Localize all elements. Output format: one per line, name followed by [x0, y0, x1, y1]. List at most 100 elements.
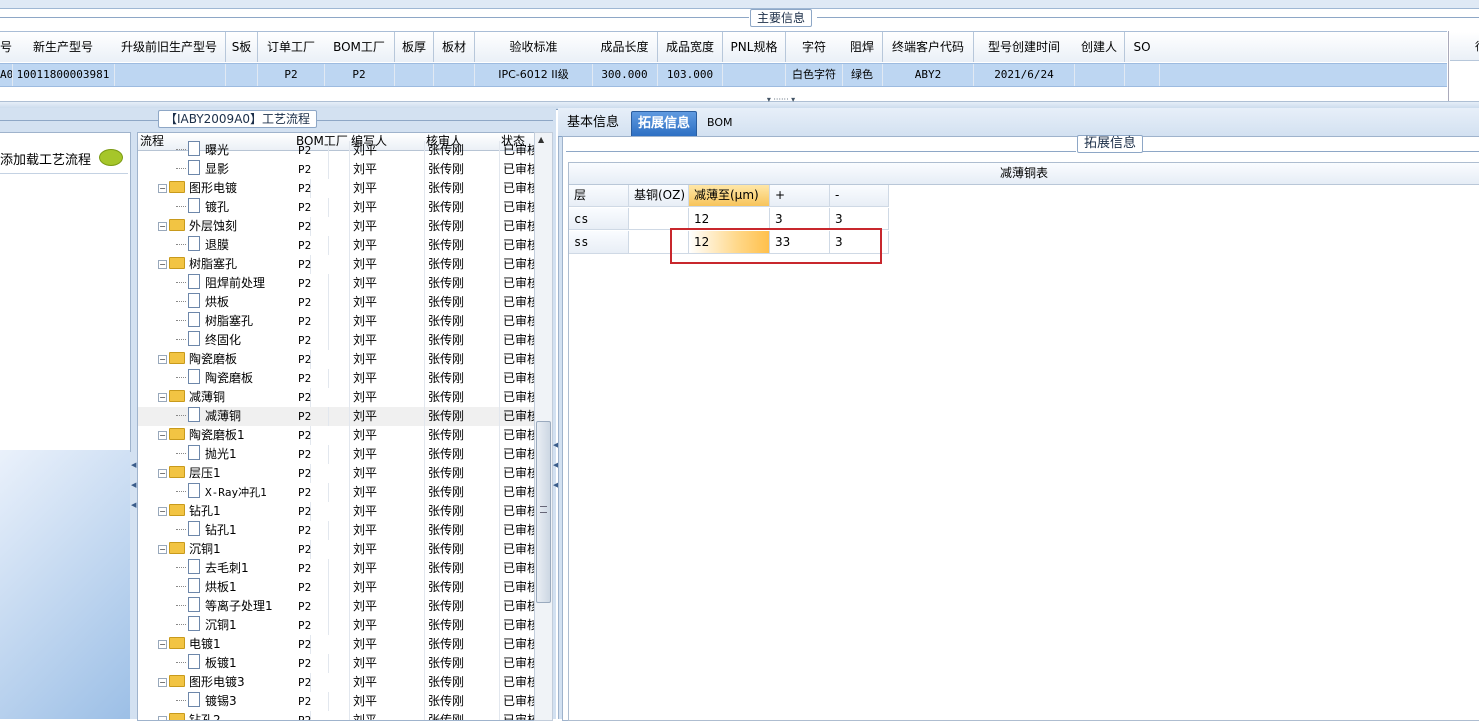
tree-row[interactable]: 镀孔 P2 刘平 张传刚 已审核 — [138, 198, 535, 217]
tree-row[interactable]: 终固化 P2 刘平 张传刚 已审核 — [138, 331, 535, 350]
tree-row[interactable]: 等离子处理1 P2 刘平 张传刚 已审核 — [138, 597, 535, 616]
ext-cell[interactable] — [629, 208, 689, 230]
main-row-cell[interactable]: 300.000 — [592, 64, 658, 86]
tree-row[interactable]: 减薄铜 P2 刘平 张传刚 已审核 — [138, 407, 535, 426]
main-row-cell[interactable]: P2 — [258, 64, 325, 86]
main-row-cell[interactable] — [226, 64, 258, 86]
tree-row-name-cell[interactable]: − 电镀1 — [138, 635, 311, 654]
tree-row[interactable]: − 沉铜1 P2 刘平 张传刚 已审核 — [138, 540, 535, 559]
ext-cell[interactable]: 3 — [770, 208, 830, 230]
tree-row[interactable]: 退膜 P2 刘平 张传刚 已审核 — [138, 236, 535, 255]
main-row-cell[interactable]: IPC-6012 II级 — [475, 64, 593, 86]
main-row-cell[interactable]: ABY2 — [883, 64, 974, 86]
expand-toggle-icon[interactable]: − — [158, 431, 167, 440]
ext-col-header[interactable]: 减薄至(μm) — [689, 185, 770, 207]
tree-row[interactable]: − 钻孔2 P2 刘平 张传刚 已审核 — [138, 711, 535, 720]
tree-row[interactable]: 显影 P2 刘平 张传刚 已审核 — [138, 160, 535, 179]
tab-basic-info[interactable]: 基本信息 — [561, 111, 625, 135]
main-col-header[interactable]: 型号创建时间 — [974, 32, 1075, 62]
main-col-header[interactable]: 终端客户代码 — [883, 32, 974, 62]
scroll-up-icon[interactable]: ▲ — [538, 135, 544, 144]
main-col-header[interactable]: SO — [1125, 32, 1160, 62]
tree-row[interactable]: − 钻孔1 P2 刘平 张传刚 已审核 — [138, 502, 535, 521]
main-col-header[interactable]: 板材 — [434, 32, 475, 62]
tree-row[interactable]: 曝光 P2 刘平 张传刚 已审核 — [138, 141, 535, 160]
tree-row[interactable]: − 层压1 P2 刘平 张传刚 已审核 — [138, 464, 535, 483]
ext-col-header[interactable]: 层 — [569, 185, 629, 207]
splitter-grip-icon[interactable]: ▾ ······ ▾ — [751, 96, 811, 104]
main-col-header[interactable]: S板 — [226, 32, 258, 62]
expand-toggle-icon[interactable]: − — [158, 184, 167, 193]
tree-row[interactable]: 阻焊前处理 P2 刘平 张传刚 已审核 — [138, 274, 535, 293]
main-col-header[interactable]: 阻焊 — [842, 32, 883, 62]
main-col-header[interactable]: 成品宽度 — [658, 32, 723, 62]
ext-cell[interactable]: ss — [569, 231, 629, 254]
expand-toggle-icon[interactable]: − — [158, 355, 167, 364]
main-info-row[interactable]: A0 10011800003981 P2 P2 IPC-6012 II级 300.000 1… — [0, 63, 1447, 87]
main-row-cell[interactable] — [1125, 64, 1160, 86]
tree-row[interactable]: X-Ray冲孔1 P2 刘平 张传刚 已审核 — [138, 483, 535, 502]
main-row-cell[interactable]: P2 — [324, 64, 395, 86]
tree-row[interactable]: − 电镀1 P2 刘平 张传刚 已审核 — [138, 635, 535, 654]
tree-row[interactable]: 沉铜1 P2 刘平 张传刚 已审核 — [138, 616, 535, 635]
tree-row[interactable]: 镀锡3 P2 刘平 张传刚 已审核 — [138, 692, 535, 711]
main-row-cell[interactable] — [113, 64, 226, 86]
tree-row-name-cell[interactable]: − 陶瓷磨板 — [138, 350, 311, 369]
tree-row-name-cell[interactable]: − 图形电镀 — [138, 179, 311, 198]
tree-row-name-cell[interactable]: − 外层蚀刻 — [138, 217, 311, 236]
main-col-header[interactable]: 创建人 — [1074, 32, 1125, 62]
tab-extended-info[interactable]: 拓展信息 — [631, 111, 698, 136]
tree-row-name-cell[interactable]: − 沉铜1 — [138, 540, 311, 559]
main-col-header[interactable]: 验收标准 — [475, 32, 593, 62]
tree-row[interactable]: − 树脂塞孔 P2 刘平 张传刚 已审核 — [138, 255, 535, 274]
tree-row[interactable]: 抛光1 P2 刘平 张传刚 已审核 — [138, 445, 535, 464]
expand-toggle-icon[interactable]: − — [158, 640, 167, 649]
expand-toggle-icon[interactable]: − — [158, 678, 167, 687]
tree-row[interactable]: − 减薄铜 P2 刘平 张传刚 已审核 — [138, 388, 535, 407]
tree-row-name-cell[interactable]: − 陶瓷磨板1 — [138, 426, 311, 445]
expand-toggle-icon[interactable]: − — [158, 545, 167, 554]
tree-row-name-cell[interactable]: − 钻孔2 — [138, 711, 311, 720]
main-col-header[interactable]: 板厚 — [395, 32, 434, 62]
tree-row[interactable]: − 图形电镀 P2 刘平 张传刚 已审核 — [138, 179, 535, 198]
expand-toggle-icon[interactable]: − — [158, 393, 167, 402]
tree-row-name-cell[interactable]: − 树脂塞孔 — [138, 255, 311, 274]
tree-row-name-cell[interactable]: − 图形电镀3 — [138, 673, 311, 692]
tree-row[interactable]: 钻孔1 P2 刘平 张传刚 已审核 — [138, 521, 535, 540]
main-row-cell[interactable]: 白色字符 — [786, 64, 843, 86]
ext-cell[interactable]: cs — [569, 208, 629, 230]
tree-row[interactable]: − 图形电镀3 P2 刘平 张传刚 已审核 — [138, 673, 535, 692]
main-col-header[interactable]: 成品长度 — [592, 32, 658, 62]
expand-toggle-icon[interactable]: − — [158, 469, 167, 478]
tree-row[interactable]: − 陶瓷磨板1 P2 刘平 张传刚 已审核 — [138, 426, 535, 445]
ext-col-header[interactable]: 基铜(OZ) — [629, 185, 689, 207]
collapse-arrow-icon[interactable]: ◀ ◀ ◀ — [131, 460, 136, 530]
main-row-cell[interactable] — [723, 64, 786, 86]
ext-cell[interactable]: 12 — [689, 208, 770, 230]
tree-row[interactable]: − 陶瓷磨板 P2 刘平 张传刚 已审核 — [138, 350, 535, 369]
main-row-cell[interactable] — [1074, 64, 1125, 86]
tree-row[interactable]: 树脂塞孔 P2 刘平 张传刚 已审核 — [138, 312, 535, 331]
main-row-cell[interactable]: 10011800003981 — [12, 64, 115, 86]
main-col-header[interactable]: 升级前旧生产型号 — [113, 32, 226, 62]
ext-col-header[interactable]: + — [770, 185, 830, 207]
main-col-header[interactable]: BOM工厂 — [324, 32, 395, 62]
main-row-cell[interactable] — [395, 64, 434, 86]
tree-scrollbar[interactable]: ▲ — [534, 132, 553, 721]
main-row-cell[interactable] — [434, 64, 475, 86]
main-col-header[interactable]: 订单工厂 — [258, 32, 325, 62]
tree-row[interactable]: 烘板 P2 刘平 张传刚 已审核 — [138, 293, 535, 312]
main-col-header[interactable]: 新生产型号 — [12, 32, 115, 62]
scroll-thumb[interactable] — [536, 421, 551, 603]
main-col-header[interactable]: 字符 — [786, 32, 843, 62]
add-flow-item[interactable]: 添加载工艺流程 — [0, 145, 128, 174]
expand-toggle-icon[interactable]: − — [158, 222, 167, 231]
tab-bom[interactable]: BOM — [701, 111, 739, 135]
tree-row[interactable]: − 外层蚀刻 P2 刘平 张传刚 已审核 — [138, 217, 535, 236]
main-row-cell[interactable]: 2021/6/24 — [974, 64, 1075, 86]
tree-row-name-cell[interactable]: − 钻孔1 — [138, 502, 311, 521]
tree-row-name-cell[interactable]: − 层压1 — [138, 464, 311, 483]
speech-bubble-icon[interactable] — [99, 149, 123, 166]
ext-col-header[interactable]: - — [830, 185, 889, 207]
main-row-cell[interactable]: 103.000 — [658, 64, 723, 86]
